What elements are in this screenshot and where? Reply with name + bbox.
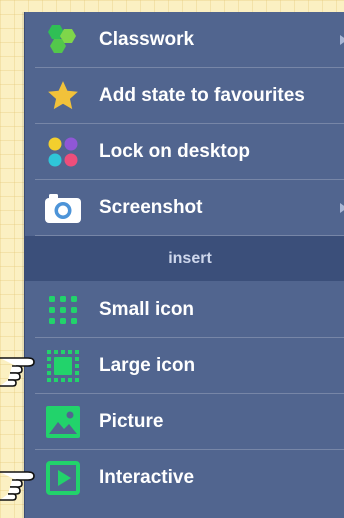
menu-item-large-icon[interactable]: Large icon [25, 338, 344, 394]
star-icon [43, 76, 83, 116]
section-header-insert: insert [25, 236, 344, 281]
menu-item-label: Screenshot [99, 197, 203, 218]
pointing-hand-icon [0, 357, 35, 387]
large-icon-frame-icon [43, 346, 83, 386]
play-button-icon [43, 458, 83, 498]
menu-item-lock-desktop[interactable]: Lock on desktop [25, 124, 344, 180]
submenu-arrow-icon [340, 35, 344, 45]
menu-item-label: Classwork [99, 29, 195, 50]
menu-item-classwork[interactable]: Classwork [25, 12, 344, 68]
context-menu: Classwork Add state to favourites Lock o… [24, 12, 344, 518]
menu-item-label: Add state to favourites [99, 85, 305, 106]
pointing-hand-icon [0, 471, 35, 501]
menu-item-label: Small icon [99, 299, 195, 320]
menu-item-add-favourites[interactable]: Add state to favourites [25, 68, 344, 124]
colored-dots-icon [43, 132, 83, 172]
menu-item-label: Picture [99, 411, 164, 432]
green-blobs-icon [43, 20, 83, 60]
menu-item-interactive[interactable]: Interactive [25, 450, 344, 506]
menu-item-picture[interactable]: Picture [25, 394, 344, 450]
picture-icon [43, 402, 83, 442]
menu-item-label: Large icon [99, 355, 196, 376]
camera-icon [43, 188, 83, 228]
menu-item-small-icon[interactable]: Small icon [25, 282, 344, 338]
dot-grid-icon [43, 290, 83, 330]
menu-item-label: Interactive [99, 467, 195, 488]
menu-item-screenshot[interactable]: Screenshot [25, 180, 344, 236]
menu-item-label: Lock on desktop [99, 141, 250, 162]
submenu-arrow-icon [340, 203, 344, 213]
